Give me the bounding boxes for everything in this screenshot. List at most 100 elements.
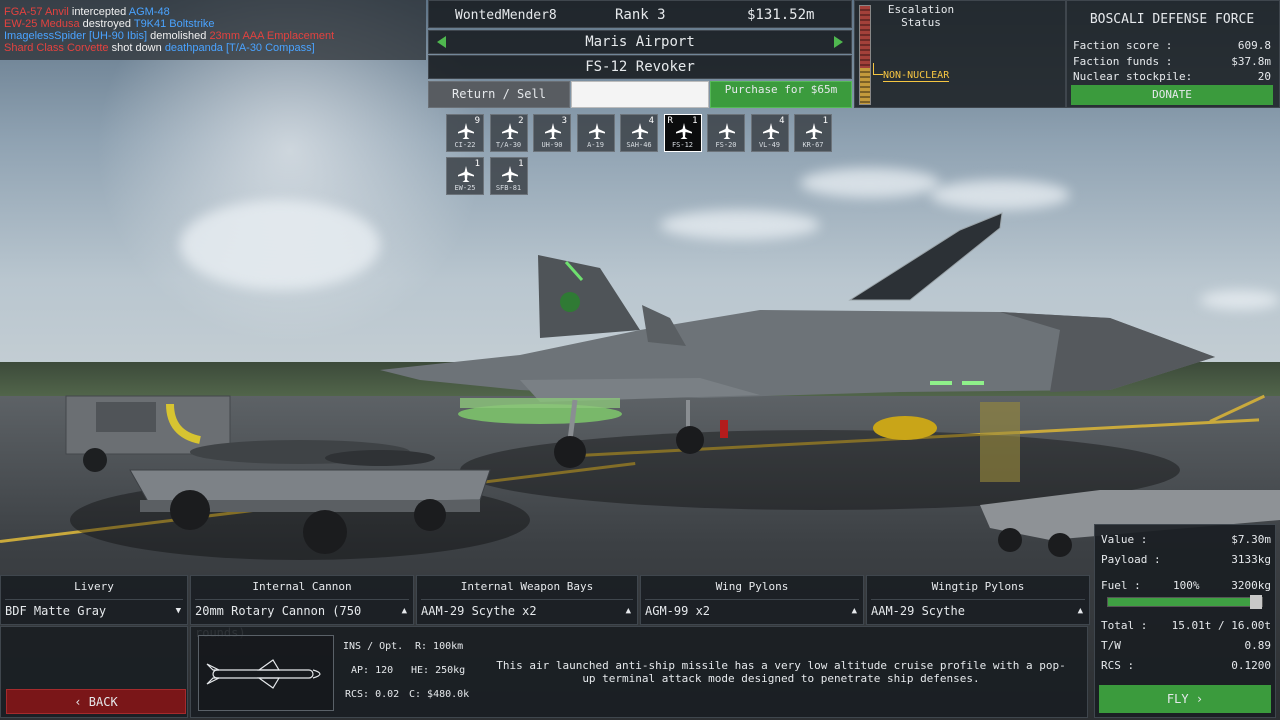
aircraft-tile[interactable]: R 1 FS-12 xyxy=(663,114,702,152)
aircraft-count: 4 xyxy=(779,116,785,126)
fuel-slider-fill xyxy=(1108,598,1262,606)
weapon-description: This air launched anti-ship missile has … xyxy=(496,659,1066,685)
aircraft-tile[interactable]: 1 KR-67 xyxy=(794,114,832,152)
value-row: Value : $7.30m xyxy=(1101,533,1271,546)
slot-value: AAM-29 Scythe x2 xyxy=(421,604,537,618)
aircraft-tile[interactable]: FS-20 xyxy=(707,114,745,152)
fuel-slider-handle[interactable] xyxy=(1250,595,1262,609)
aircraft-tile-label: FS-12 xyxy=(671,141,694,149)
dropdown-icon: ▲ xyxy=(851,606,857,616)
aircraft-grid: 9 CI-22 2 T/A-30 3 UH-90 A-19 4 SAH-46 R 1 FS-12 FS-… xyxy=(446,114,836,198)
escalation-title: Escalation Status xyxy=(887,3,955,29)
dropdown-icon: ▲ xyxy=(625,606,631,616)
aircraft-tile[interactable]: 4 VL-49 xyxy=(750,114,789,152)
fly-button[interactable]: FLY › xyxy=(1099,685,1271,713)
kill-feed-line: FGA-57 Anvil intercepted AGM-48 xyxy=(4,6,422,18)
kill-feed: FGA-57 Anvil intercepted AGM-48 EW-25 Me… xyxy=(0,0,426,60)
faction-score: 609.8 xyxy=(1237,39,1271,52)
aircraft-count: 1 xyxy=(692,116,698,126)
escalation-meter-danger xyxy=(860,6,870,68)
aircraft-tile-label: KR-67 xyxy=(802,141,824,149)
aircraft-tile[interactable]: 1 EW-25 xyxy=(446,157,484,195)
aircraft-icon xyxy=(719,123,735,139)
fuel-slider[interactable] xyxy=(1107,595,1263,609)
escalation-panel: Escalation Status NON-NUCLEAR xyxy=(854,0,1066,108)
fuel-percent: 100% xyxy=(1173,579,1200,592)
kill-feed-actor: ImagelessSpider [UH-90 Ibis] xyxy=(4,30,148,42)
internal-weapon-bays-slot[interactable]: Internal Weapon Bays AAM-29 Scythe x2 ▲ xyxy=(416,575,638,625)
wing-pylons-slot[interactable]: Wing Pylons AGM-99 x2 ▲ xyxy=(640,575,864,625)
wingtip-pylons-select[interactable]: AAM-29 Scythe ▲ xyxy=(871,599,1085,621)
rcs-value: 0.1200 xyxy=(1231,659,1271,672)
kill-feed-target: deathpanda [T/A-30 Compass] xyxy=(164,42,315,54)
aircraft-tile[interactable]: 2 T/A-30 xyxy=(489,114,528,152)
aircraft-icon xyxy=(545,123,561,139)
aircraft-tile-label: UH-90 xyxy=(541,141,563,149)
wing-pylons-select[interactable]: AGM-99 x2 ▲ xyxy=(645,599,859,621)
return-sell-button[interactable]: Return / Sell xyxy=(428,81,570,108)
aircraft-tile-label: EW-25 xyxy=(454,184,476,192)
kill-feed-target: 23mm AAA Emplacement xyxy=(209,30,335,42)
thrust-weight-value: 0.89 xyxy=(1244,639,1272,652)
aircraft-tile-label: SFB-81 xyxy=(495,184,522,192)
weapon-ap: AP: 120 xyxy=(351,665,394,676)
nuclear-stockpile: 20 xyxy=(1257,70,1271,83)
aircraft-tile[interactable]: 9 CI-22 xyxy=(446,114,484,152)
aircraft-count: 2 xyxy=(518,116,524,126)
aircraft-icon xyxy=(806,123,822,139)
aircraft-count: 4 xyxy=(648,116,654,126)
action-buttons: Return / Sell Purchase for $65m xyxy=(428,81,852,108)
next-airport-icon[interactable] xyxy=(834,36,843,48)
kill-feed-verb: demolished xyxy=(147,30,210,42)
faction-title: BOSCALI DEFENSE FORCE xyxy=(1089,12,1255,27)
faction-funds-row: Faction funds : $37.8m xyxy=(1073,55,1271,68)
aircraft-count: 9 xyxy=(474,116,480,126)
aircraft-tile-label: VL-49 xyxy=(758,141,781,149)
internal-weapon-bays-select[interactable]: AAM-29 Scythe x2 ▲ xyxy=(421,599,633,621)
weapon-info-panel: INS / Opt. R: 100km AP: 120 HE: 250kg RC… xyxy=(190,626,1088,718)
aircraft-value: $7.30m xyxy=(1231,533,1271,546)
aircraft-icon xyxy=(458,123,474,139)
airport-name: Maris Airport xyxy=(585,34,695,50)
slot-value: AGM-99 x2 xyxy=(645,604,711,618)
missile-icon xyxy=(198,635,334,711)
aircraft-tile-label: T/A-30 xyxy=(495,141,522,149)
livery-select[interactable]: BDF Matte Gray ▼ xyxy=(5,599,183,621)
aircraft-count: 1 xyxy=(474,159,480,169)
weapon-guidance: INS / Opt. xyxy=(343,641,404,652)
wingtip-pylons-slot[interactable]: Wingtip Pylons AAM-29 Scythe ▲ xyxy=(866,575,1090,625)
faction-score-label: Faction score : xyxy=(1073,39,1173,52)
kill-feed-line: EW-25 Medusa destroyed T9K41 Boltstrike xyxy=(4,18,422,30)
aircraft-tile[interactable]: A-19 xyxy=(576,114,615,152)
faction-score-row: Faction score : 609.8 xyxy=(1073,39,1271,52)
total-row: Total : 15.01t / 16.00t xyxy=(1101,619,1271,632)
internal-cannon-slot[interactable]: Internal Cannon 20mm Rotary Cannon (750 … xyxy=(190,575,414,640)
value-label: Value : xyxy=(1101,533,1148,546)
kill-feed-actor: Shard Class Corvette xyxy=(4,42,109,54)
blank-button[interactable] xyxy=(571,81,709,108)
aircraft-tile-label: CI-22 xyxy=(454,141,476,149)
purchase-button[interactable]: Purchase for $65m xyxy=(710,81,852,108)
livery-slot[interactable]: Livery BDF Matte Gray ▼ xyxy=(0,575,188,625)
donate-button[interactable]: DONATE xyxy=(1071,85,1273,105)
internal-cannon-select[interactable]: 20mm Rotary Cannon (750 rounds) ▲ xyxy=(195,599,409,640)
faction-panel: BOSCALI DEFENSE FORCE Faction score : 60… xyxy=(1066,0,1280,108)
slot-value: AAM-29 Scythe xyxy=(871,604,965,618)
faction-funds-label: Faction funds : xyxy=(1073,55,1173,68)
aircraft-tile[interactable]: 4 SAH-46 xyxy=(620,114,658,152)
aircraft-tile[interactable]: 3 UH-90 xyxy=(533,114,571,152)
kill-feed-verb: shot down xyxy=(108,42,165,54)
fly-label: FLY xyxy=(1166,692,1189,706)
payload-label: Payload : xyxy=(1101,553,1161,566)
aircraft-icon xyxy=(632,123,648,139)
chevron-right-icon: › xyxy=(1188,692,1204,706)
escalation-meter-fill xyxy=(860,68,870,104)
aircraft-icon xyxy=(501,166,518,182)
aircraft-tile-label: SAH-46 xyxy=(626,141,652,149)
player-rank: Rank 3 xyxy=(615,7,666,23)
prev-airport-icon[interactable] xyxy=(437,36,446,48)
aircraft-tile[interactable]: 1 SFB-81 xyxy=(489,157,528,195)
slot-header: Internal Cannon xyxy=(252,580,352,593)
slot-value: BDF Matte Gray xyxy=(5,604,107,618)
back-button[interactable]: ‹ BACK xyxy=(6,689,186,714)
